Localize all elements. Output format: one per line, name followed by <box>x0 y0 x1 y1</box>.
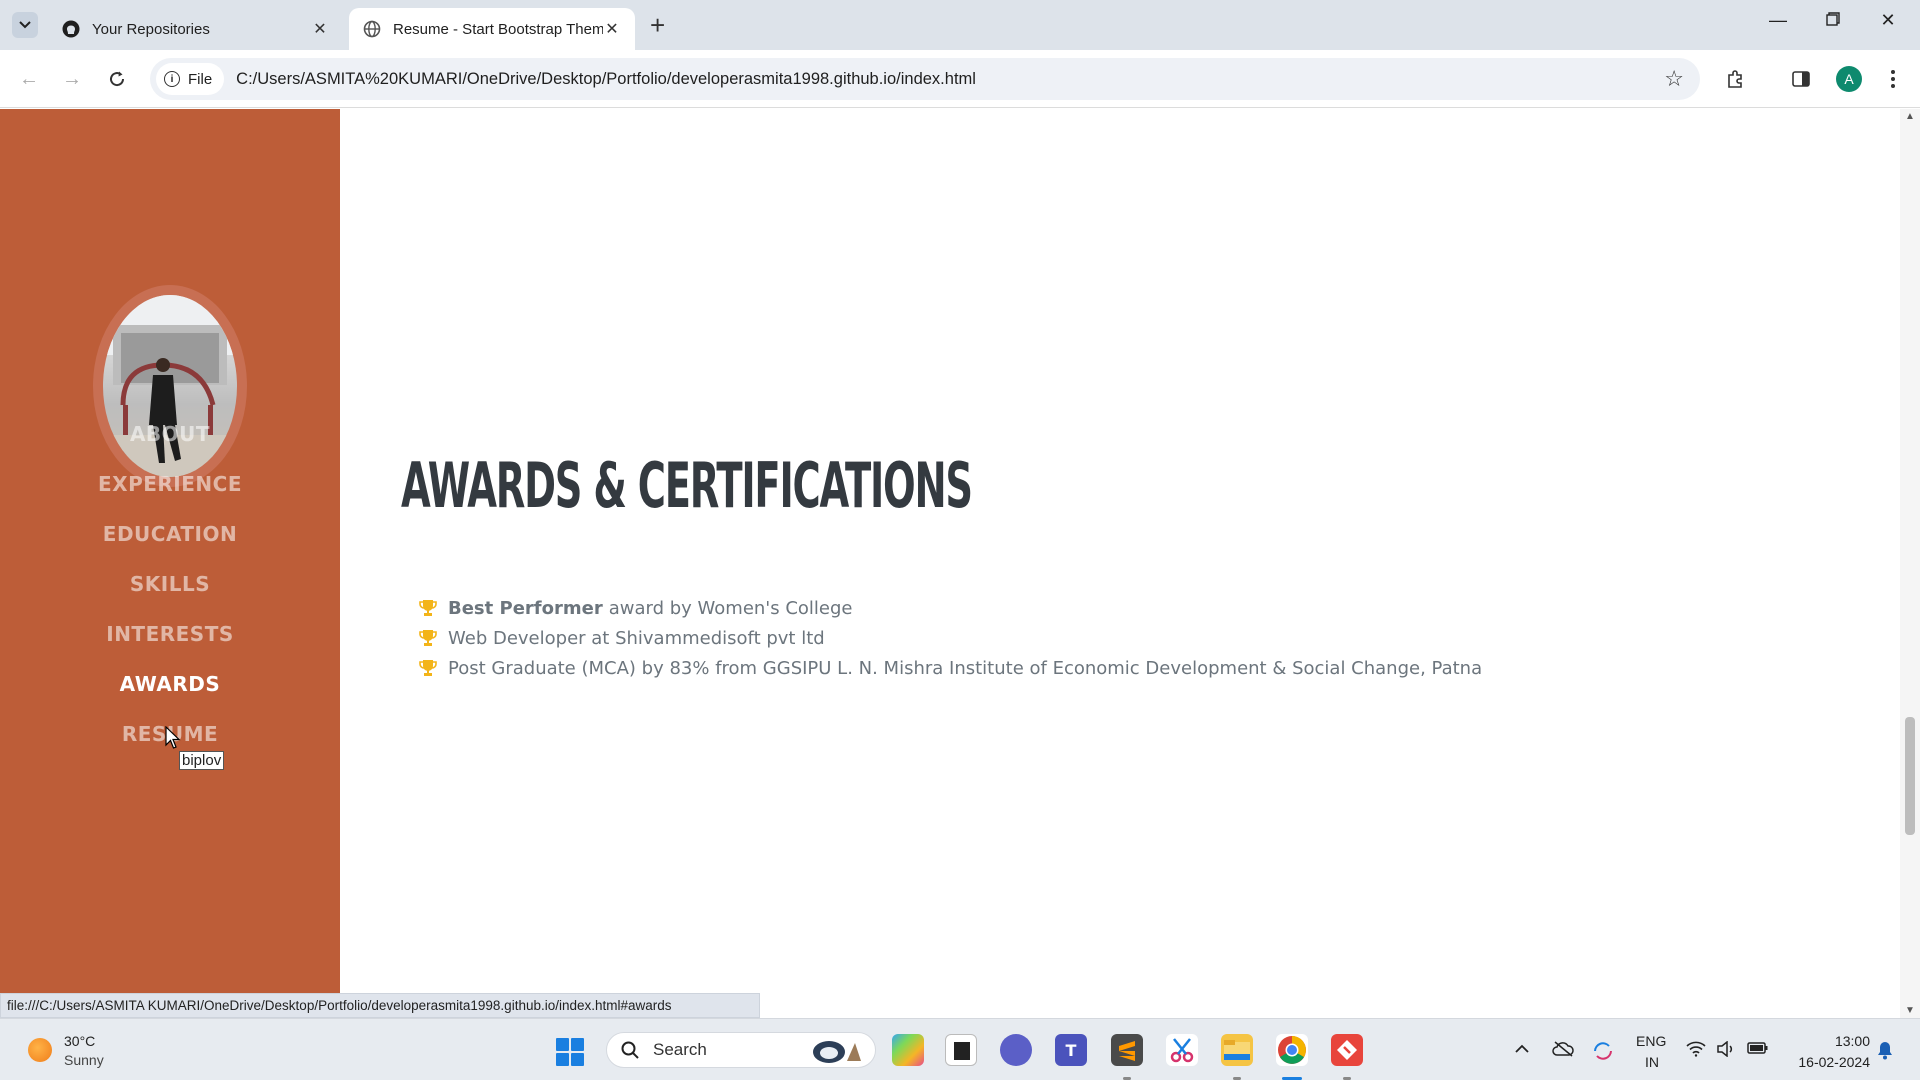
forward-icon[interactable]: → <box>57 64 87 94</box>
profile-photo <box>103 295 237 477</box>
tab-title: Resume - Start Bootstrap Them <box>393 20 603 38</box>
scroll-up-icon[interactable]: ▲ <box>1900 111 1920 122</box>
meet-app-icon[interactable] <box>1000 1034 1032 1066</box>
github-icon <box>62 20 80 38</box>
sun-icon[interactable] <box>28 1038 52 1062</box>
mouse-cursor-icon <box>165 726 181 749</box>
tab-resume[interactable]: Resume - Start Bootstrap Them ✕ <box>349 8 635 50</box>
volume-icon[interactable] <box>1716 1040 1736 1060</box>
search-icon <box>621 1041 639 1059</box>
bookmark-star-icon[interactable]: ☆ <box>1664 66 1684 92</box>
taskbar-search[interactable]: Search <box>606 1032 876 1068</box>
scroll-down-icon[interactable]: ▼ <box>1900 1005 1920 1016</box>
link-status-bar: file:///C:/Users/ASMITA KUMARI/OneDrive/… <box>0 993 760 1018</box>
onedrive-icon[interactable] <box>1552 1041 1574 1060</box>
globe-icon <box>363 20 381 38</box>
language-indicator[interactable]: ENG <box>1636 1033 1666 1049</box>
new-tab-button[interactable]: + <box>650 12 665 38</box>
profile-avatar[interactable]: A <box>1836 66 1862 92</box>
nav-link-skills[interactable]: SKILLS <box>0 572 340 596</box>
trophy-icon <box>419 660 437 676</box>
tab-your-repositories[interactable]: Your Repositories ✕ <box>48 8 343 50</box>
windows-start-icon[interactable] <box>556 1038 584 1066</box>
side-panel-icon[interactable] <box>1786 64 1816 94</box>
snipping-tool-icon[interactable] <box>1166 1034 1198 1066</box>
svg-text:T: T <box>1066 1041 1077 1060</box>
award-text: award by Women's College <box>608 597 853 619</box>
list-item: Web Developer at Shivammedisoft pvt ltd <box>418 623 1482 653</box>
sidebar: ABOUT EXPERIENCE EDUCATION SKILLS INTERE… <box>0 109 340 1018</box>
awards-list: Best Performer award by Women's College … <box>418 593 1482 683</box>
close-tab-icon[interactable]: ✕ <box>603 19 621 39</box>
restore-icon[interactable] <box>1818 10 1848 31</box>
web-page: ABOUT EXPERIENCE EDUCATION SKILLS INTERE… <box>0 109 1920 1018</box>
chevron-up-icon[interactable] <box>1515 1041 1529 1057</box>
reload-icon[interactable] <box>102 64 132 94</box>
clock-time[interactable]: 13:00 <box>1830 1033 1870 1049</box>
nav-link-education[interactable]: EDUCATION <box>0 522 340 546</box>
sync-icon[interactable] <box>1592 1041 1614 1064</box>
language-region[interactable]: IN <box>1645 1054 1659 1070</box>
award-title: Best Performer <box>448 597 603 619</box>
profile-photo-frame <box>93 285 247 487</box>
hover-tooltip: biplov <box>179 751 225 770</box>
search-highlight-icon <box>813 1041 861 1063</box>
list-item: Best Performer award by Women's College <box>418 593 1482 623</box>
chevron-down-icon <box>19 21 31 29</box>
git-app-icon[interactable] <box>1331 1034 1363 1066</box>
close-window-icon[interactable]: ✕ <box>1873 10 1903 31</box>
minimize-icon[interactable]: — <box>1763 10 1793 31</box>
battery-icon[interactable] <box>1747 1041 1769 1058</box>
nav-link-awards[interactable]: AWARDS <box>0 672 340 696</box>
tab-strip: Your Repositories ✕ Resume - Start Boots… <box>0 0 1920 50</box>
info-icon: i <box>164 71 180 87</box>
file-explorer-icon[interactable] <box>1221 1034 1253 1066</box>
search-label: Search <box>653 1040 707 1059</box>
chrome-icon[interactable] <box>1276 1034 1308 1066</box>
award-text: Post Graduate (MCA) by 83% from GGSIPU L… <box>448 657 1483 679</box>
trophy-icon <box>419 630 437 646</box>
tab-search-button[interactable] <box>12 12 38 38</box>
browser-toolbar: ← → i File C:/Users/ASMITA%20KUMARI/OneD… <box>0 50 1920 108</box>
wifi-icon[interactable] <box>1686 1041 1706 1060</box>
nav-link-about[interactable]: ABOUT <box>0 422 340 446</box>
main-content: AWARDS & CERTIFICATIONS Best Performer a… <box>340 109 1900 1018</box>
url-text[interactable]: C:/Users/ASMITA%20KUMARI/OneDrive/Deskto… <box>236 70 976 89</box>
section-heading: AWARDS & CERTIFICATIONS <box>401 449 973 522</box>
weather-description[interactable]: Sunny <box>64 1052 104 1068</box>
nav-link-interests[interactable]: INTERESTS <box>0 622 340 646</box>
back-icon[interactable]: ← <box>14 64 44 94</box>
sublime-text-icon[interactable] <box>1111 1034 1143 1066</box>
weather-temperature[interactable]: 30°C <box>64 1033 95 1049</box>
award-text: Web Developer at Shivammedisoft pvt ltd <box>448 627 825 649</box>
close-tab-icon[interactable]: ✕ <box>311 19 329 39</box>
teams-app-icon[interactable]: T <box>1055 1034 1087 1066</box>
clock-date[interactable]: 16-02-2024 <box>1786 1054 1870 1070</box>
chip-label: File <box>188 70 213 88</box>
list-item: Post Graduate (MCA) by 83% from GGSIPU L… <box>418 653 1482 683</box>
extensions-icon[interactable] <box>1721 64 1751 94</box>
menu-kebab-icon[interactable] <box>1878 64 1908 94</box>
copilot-app-icon[interactable] <box>892 1034 924 1066</box>
windows-taskbar: 30°C Sunny Search T ENG IN 13:00 16-02-2… <box>0 1018 1920 1080</box>
scroll-thumb[interactable] <box>1905 717 1915 835</box>
tab-title: Your Repositories <box>92 20 210 38</box>
site-info-chip[interactable]: i File <box>156 63 225 95</box>
nav-link-experience[interactable]: EXPERIENCE <box>0 472 340 496</box>
address-bar[interactable]: i File C:/Users/ASMITA%20KUMARI/OneDrive… <box>150 58 1700 100</box>
trophy-icon <box>419 600 437 616</box>
notification-bell-icon[interactable] <box>1876 1040 1894 1063</box>
page-scrollbar[interactable]: ▲ ▼ <box>1900 109 1920 1018</box>
file-app-icon[interactable] <box>945 1034 977 1066</box>
